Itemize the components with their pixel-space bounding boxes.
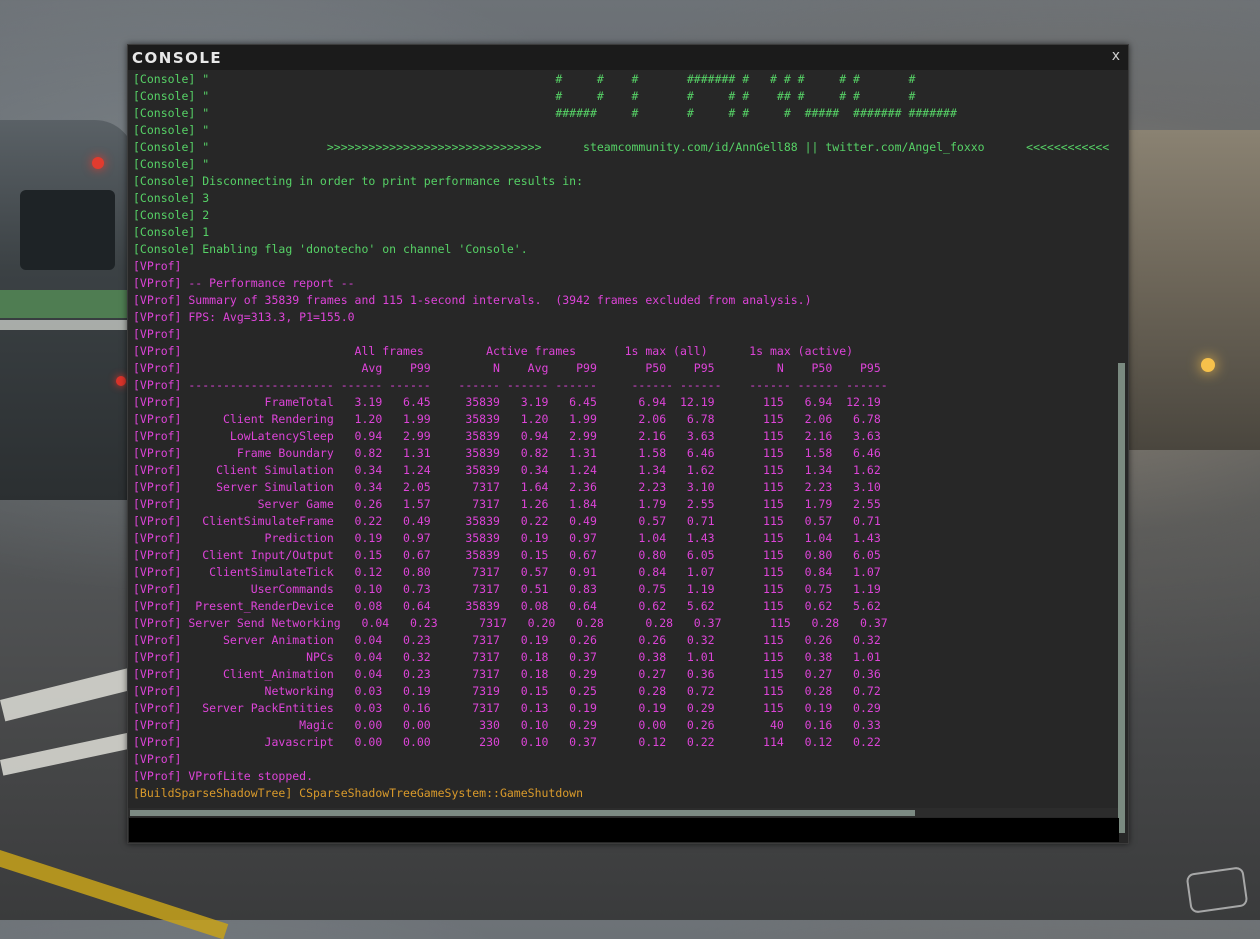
road-marking-yellow xyxy=(0,850,229,939)
log-line: [Console] " >>>>>>>>>>>>>>>>>>>>>>>>>>>>… xyxy=(133,140,1110,154)
log-line: [Console] " # # # # # # ## # # # # xyxy=(133,89,916,103)
log-line: [VProf] Present_RenderDevice 0.08 0.64 3… xyxy=(133,599,881,613)
log-line: [VProf] --------------------- ------ ---… xyxy=(133,378,888,392)
log-line: [VProf] Client Input/Output 0.15 0.67 35… xyxy=(133,548,881,562)
log-line: [VProf] LowLatencySleep 0.94 2.99 35839 … xyxy=(133,429,881,443)
amber-light xyxy=(1201,358,1215,372)
console-command-input[interactable] xyxy=(129,818,1119,842)
watermark-logo xyxy=(1185,866,1249,914)
log-line: [VProf] Client Simulation 0.34 1.24 3583… xyxy=(133,463,881,477)
log-line: [VProf] Magic 0.00 0.00 330 0.10 0.29 0.… xyxy=(133,718,881,732)
log-line: [Console] 3 xyxy=(133,191,210,205)
red-light xyxy=(116,376,126,386)
horizontal-scrollbar-thumb[interactable] xyxy=(130,810,915,816)
log-line: [VProf] xyxy=(133,327,182,341)
log-line: [BuildSparseShadowTree] CSparseShadowTre… xyxy=(133,786,584,800)
red-light xyxy=(92,157,104,169)
log-line: [VProf] Server Animation 0.04 0.23 7317 … xyxy=(133,633,881,647)
train-stripe-light xyxy=(0,320,135,330)
log-line: [VProf] Prediction 0.19 0.97 35839 0.19 … xyxy=(133,531,881,545)
log-line: [Console] " xyxy=(133,123,210,137)
log-line: [VProf] FrameTotal 3.19 6.45 35839 3.19 … xyxy=(133,395,881,409)
log-line: [VProf] ClientSimulateFrame 0.22 0.49 35… xyxy=(133,514,881,528)
log-line: [VProf] Javascript 0.00 0.00 230 0.10 0.… xyxy=(133,735,881,749)
log-line: [VProf] Networking 0.03 0.19 7319 0.15 0… xyxy=(133,684,881,698)
log-line: [VProf] Frame Boundary 0.82 1.31 35839 0… xyxy=(133,446,881,460)
console-title: CONSOLE xyxy=(132,49,223,67)
console-titlebar[interactable]: CONSOLE x xyxy=(128,45,1128,70)
train-window xyxy=(20,190,115,270)
log-line: [Console] Enabling flag 'donotecho' on c… xyxy=(133,242,528,256)
log-line: [Console] " ###### # # # # # ##### #####… xyxy=(133,106,957,120)
road-marking xyxy=(0,667,137,722)
log-line: [Console] 2 xyxy=(133,208,210,222)
log-line: [Console] 1 xyxy=(133,225,210,239)
log-line: [VProf] xyxy=(133,259,182,273)
log-line: [VProf] UserCommands 0.10 0.73 7317 0.51… xyxy=(133,582,881,596)
log-line: [VProf] Avg P99 N Avg P99 P50 P95 N P50 … xyxy=(133,361,881,375)
log-line: [VProf] xyxy=(133,752,182,766)
train-stripe xyxy=(0,290,135,318)
console-output[interactable]: [Console] " # # # ####### # # # # # # # [… xyxy=(133,71,1125,831)
log-line: [VProf] Client_Animation 0.04 0.23 7317 … xyxy=(133,667,881,681)
log-line: [VProf] VProfLite stopped. xyxy=(133,769,314,783)
log-line: [VProf] All frames Active frames 1s max … xyxy=(133,344,854,358)
background-crates xyxy=(1120,130,1260,450)
log-line: [VProf] Summary of 35839 frames and 115 … xyxy=(133,293,812,307)
log-line: [VProf] Server PackEntities 0.03 0.16 73… xyxy=(133,701,881,715)
log-line: [VProf] -- Performance report -- xyxy=(133,276,355,290)
log-line: [VProf] Server Game 0.26 1.57 7317 1.26 … xyxy=(133,497,881,511)
close-icon[interactable]: x xyxy=(1112,48,1120,64)
road-marking xyxy=(0,731,136,776)
log-line: [Console] " xyxy=(133,157,210,171)
log-line: [Console] Disconnecting in order to prin… xyxy=(133,174,584,188)
log-line: [VProf] Client Rendering 1.20 1.99 35839… xyxy=(133,412,881,426)
log-line: [VProf] ClientSimulateTick 0.12 0.80 731… xyxy=(133,565,881,579)
log-line: [VProf] NPCs 0.04 0.32 7317 0.18 0.37 0.… xyxy=(133,650,881,664)
vertical-scrollbar[interactable] xyxy=(1118,363,1125,833)
console-window: CONSOLE x [Console] " # # # ####### # # … xyxy=(127,44,1129,844)
log-line: [VProf] Server Send Networking 0.04 0.23… xyxy=(133,616,888,630)
log-line: [VProf] FPS: Avg=313.3, P1=155.0 xyxy=(133,310,355,324)
log-line: [VProf] Server Simulation 0.34 2.05 7317… xyxy=(133,480,881,494)
background-train xyxy=(0,120,135,500)
log-line: [Console] " # # # ####### # # # # # # # xyxy=(133,72,916,86)
